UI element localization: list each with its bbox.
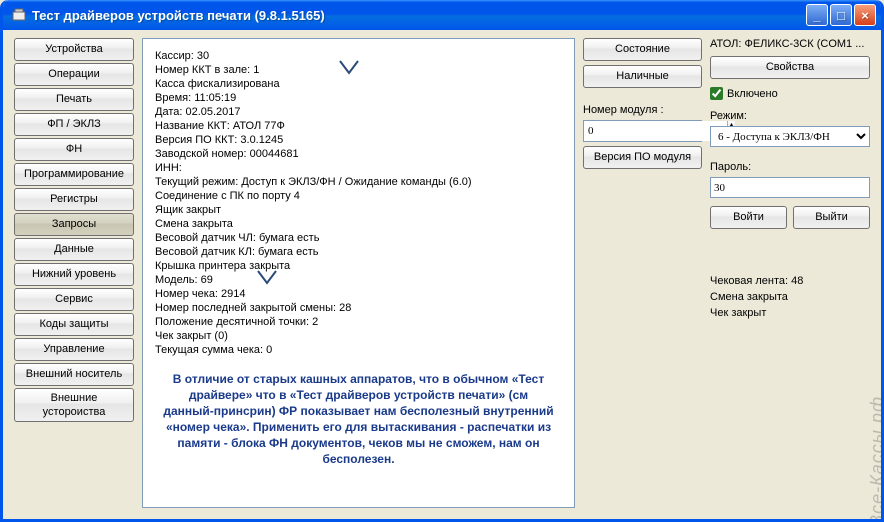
sidebar-item-1[interactable]: Операции: [14, 63, 134, 86]
status-line: Название ККТ: АТОЛ 77Ф: [155, 119, 562, 133]
status-line: Дата: 02.05.2017: [155, 105, 562, 119]
window-title: Тест драйверов устройств печати (9.8.1.5…: [32, 8, 806, 23]
status-line: Смена закрыта: [155, 217, 562, 231]
enabled-checkbox-input[interactable]: [710, 87, 723, 100]
sidebar-item-11[interactable]: Коды защиты: [14, 313, 134, 336]
device-status-line: Чековая лента: 48: [710, 273, 870, 289]
logout-button[interactable]: Выйти: [793, 206, 870, 229]
sidebar-item-7[interactable]: Запросы: [14, 213, 134, 236]
module-version-button[interactable]: Версия ПО модуля: [583, 146, 702, 169]
status-line: Номер чека: 2914: [155, 287, 562, 301]
sidebar-item-13[interactable]: Внешний носитель: [14, 363, 134, 386]
properties-button[interactable]: Свойства: [710, 56, 870, 79]
module-number-input[interactable]: ▲ ▼: [583, 120, 702, 142]
status-line: Заводской номер: 00044681: [155, 147, 562, 161]
sidebar-item-0[interactable]: Устройства: [14, 38, 134, 61]
status-line: Весовой датчик ЧЛ: бумага есть: [155, 231, 562, 245]
sidebar-item-5[interactable]: Программирование: [14, 163, 134, 186]
status-line: Текущая сумма чека: 0: [155, 343, 562, 357]
sidebar-item-6[interactable]: Регистры: [14, 188, 134, 211]
close-button[interactable]: ×: [854, 4, 876, 26]
status-line: Версия ПО ККТ: 3.0.1245: [155, 133, 562, 147]
enabled-checkbox[interactable]: Включено: [710, 87, 870, 100]
state-button[interactable]: Состояние: [583, 38, 702, 61]
status-line: Номер ККТ в зале: 1: [155, 63, 562, 77]
device-status-line: Смена закрыта: [710, 289, 870, 305]
mode-label: Режим:: [710, 110, 870, 122]
cash-button[interactable]: Наличные: [583, 65, 702, 88]
status-line: ИНН:: [155, 161, 562, 175]
status-line: Номер последней закрытой смены: 28: [155, 301, 562, 315]
status-line: Модель: 69: [155, 273, 562, 287]
enabled-label: Включено: [727, 88, 778, 100]
sidebar-item-14[interactable]: Внешниеустороиства: [14, 388, 134, 422]
minimize-button[interactable]: _: [806, 4, 828, 26]
sidebar-item-9[interactable]: Нижний уровень: [14, 263, 134, 286]
status-line: Текущий режим: Доступ к ЭКЛЗ/ФН / Ожидан…: [155, 175, 562, 189]
status-panel: Кассир: 30Номер ККТ в зале: 1Касса фиска…: [142, 38, 575, 508]
password-input[interactable]: [710, 177, 870, 198]
status-line: Положение десятичной точки: 2: [155, 315, 562, 329]
device-status-line: Чек закрыт: [710, 305, 870, 321]
status-line: Чек закрыт (0): [155, 329, 562, 343]
status-line: Весовой датчик КЛ: бумага есть: [155, 245, 562, 259]
app-icon: [11, 7, 27, 23]
sidebar-item-12[interactable]: Управление: [14, 338, 134, 361]
maximize-button[interactable]: □: [830, 4, 852, 26]
annotation-text: В отличие от старых кашных аппаратов, чт…: [155, 371, 562, 467]
status-line: Соединение с ПК по порту 4: [155, 189, 562, 203]
status-line: Кассир: 30: [155, 49, 562, 63]
password-label: Пароль:: [710, 161, 870, 173]
status-line: Время: 11:05:19: [155, 91, 562, 105]
module-number-field[interactable]: [584, 121, 727, 141]
sidebar-item-8[interactable]: Данные: [14, 238, 134, 261]
sidebar-item-3[interactable]: ФП / ЭКЛЗ: [14, 113, 134, 136]
module-panel: Состояние Наличные Номер модуля : ▲ ▼ Ве…: [583, 38, 702, 508]
module-number-label: Номер модуля :: [583, 104, 702, 116]
status-line: Касса фискализирована: [155, 77, 562, 91]
sidebar: УстройстваОперацииПечатьФП / ЭКЛЗФНПрогр…: [14, 38, 134, 508]
sidebar-item-10[interactable]: Сервис: [14, 288, 134, 311]
device-name: АТОЛ: ФЕЛИКС-3СК (COM1 ...: [710, 38, 870, 50]
sidebar-item-2[interactable]: Печать: [14, 88, 134, 111]
status-line: Ящик закрыт: [155, 203, 562, 217]
device-panel: АТОЛ: ФЕЛИКС-3СК (COM1 ... Свойства Вклю…: [710, 38, 870, 508]
login-button[interactable]: Войти: [710, 206, 787, 229]
mode-select[interactable]: 6 - Доступа к ЭКЛЗ/ФН: [710, 126, 870, 147]
device-status: Чековая лента: 48Смена закрытаЧек закрыт: [710, 273, 870, 321]
sidebar-item-4[interactable]: ФН: [14, 138, 134, 161]
status-line: Крышка принтера закрыта: [155, 259, 562, 273]
titlebar: Тест драйверов устройств печати (9.8.1.5…: [3, 0, 881, 30]
